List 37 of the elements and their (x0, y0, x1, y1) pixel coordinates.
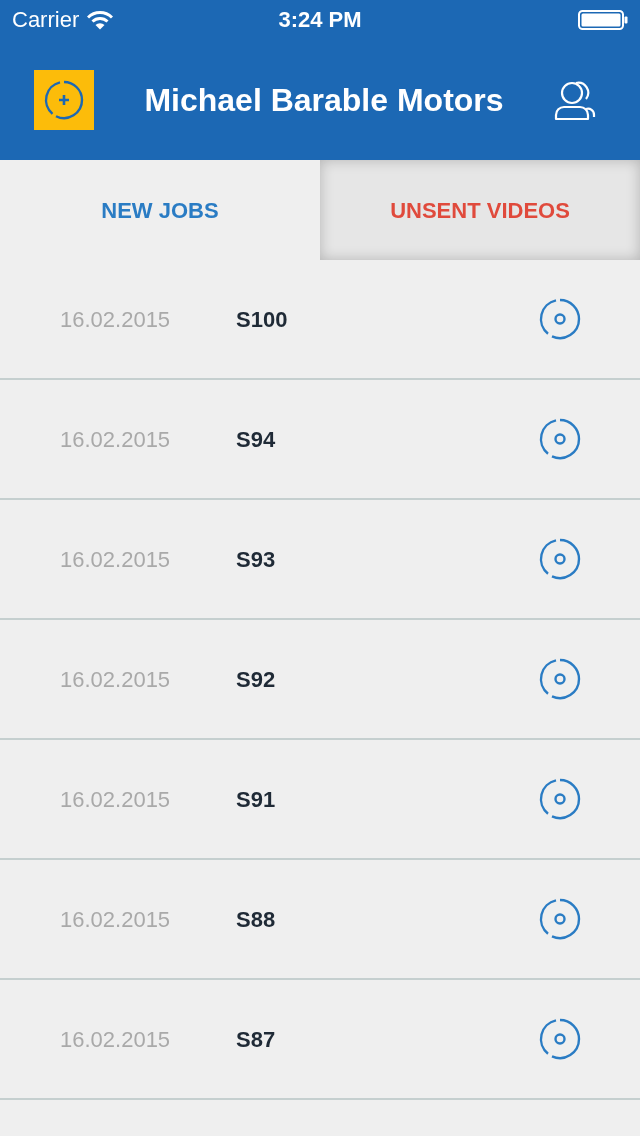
job-code: S100 (236, 305, 289, 334)
record-button[interactable] (538, 417, 582, 461)
ring-icon (539, 538, 581, 580)
job-date: 16.02.2015 (60, 665, 172, 694)
ring-icon (539, 778, 581, 820)
users-icon (554, 79, 596, 121)
job-date: 16.02.2015 (60, 545, 172, 574)
record-button[interactable] (538, 1017, 582, 1061)
record-button[interactable] (538, 897, 582, 941)
ring-icon (539, 298, 581, 340)
job-date: 16.02.2015 (60, 1025, 172, 1054)
record-button[interactable] (538, 297, 582, 341)
job-date: 16.02.2015 (60, 785, 172, 814)
battery-icon (578, 10, 628, 30)
job-date: 16.02.2015 (60, 425, 172, 454)
record-button[interactable] (538, 657, 582, 701)
job-code: S88 (236, 905, 277, 934)
ring-icon (539, 1018, 581, 1060)
job-date: 16.02.2015 (60, 305, 172, 334)
ring-icon (539, 898, 581, 940)
add-button[interactable] (34, 70, 94, 130)
wifi-icon (87, 10, 114, 30)
status-time: 3:24 PM (278, 9, 362, 31)
ring-icon (539, 658, 581, 700)
record-button[interactable] (538, 777, 582, 821)
add-circle-icon (44, 80, 84, 120)
record-button[interactable] (538, 537, 582, 581)
job-code: S91 (236, 785, 277, 814)
header-title: Michael Barable Motors (143, 84, 505, 116)
job-code: S93 (236, 545, 277, 574)
job-code: S92 (236, 665, 277, 694)
job-date: 16.02.2015 (60, 905, 172, 934)
job-code: S87 (236, 1025, 277, 1054)
tab[interactable]: UNSENT VIDEOS (320, 160, 640, 260)
ring-icon (539, 418, 581, 460)
carrier-name: Carrier (12, 9, 80, 31)
job-code: S94 (236, 425, 277, 454)
